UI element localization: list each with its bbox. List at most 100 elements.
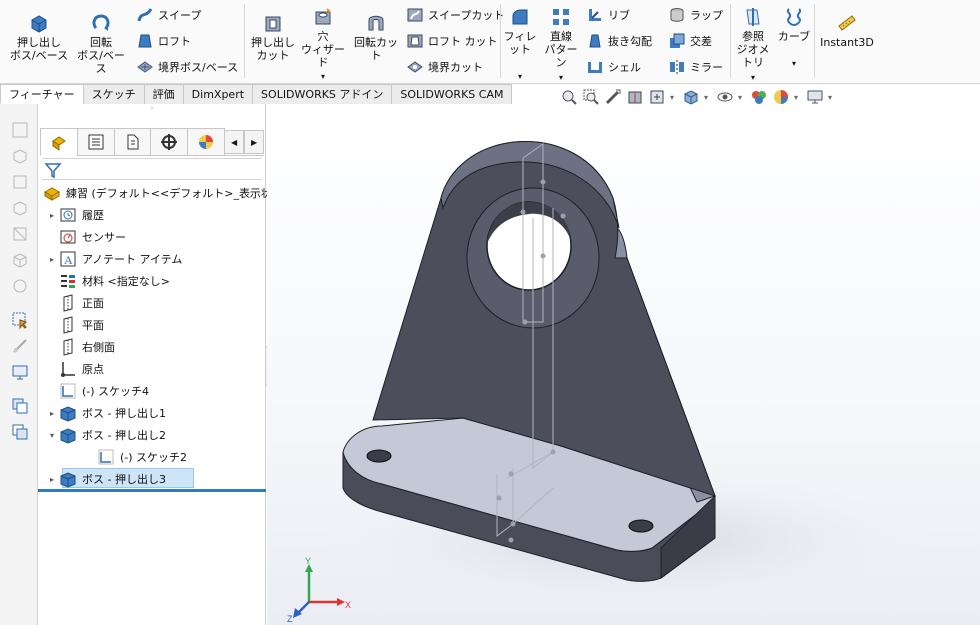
tab-dimxpert[interactable]: DimXpert (182, 84, 254, 104)
instant3d-button[interactable]: Instant3D (816, 12, 878, 49)
swept-cut-button[interactable]: スイープカット (406, 6, 504, 24)
loft-button[interactable]: ロフト (136, 32, 191, 50)
selection-filter-icon[interactable] (10, 310, 30, 330)
expand-toggle-icon[interactable]: ▸ (46, 255, 58, 264)
tab-scroll-right-button[interactable]: ▶ (244, 130, 264, 154)
paste-view-icon[interactable] (10, 422, 30, 442)
revolved-cut-button[interactable]: 回転カット (350, 12, 402, 62)
dropdown-arrow-icon[interactable]: ▾ (670, 93, 678, 102)
wrap-button[interactable]: ラップ (668, 6, 723, 24)
display-pane-icon[interactable] (10, 362, 30, 382)
tree-item-label: 原点 (82, 363, 104, 376)
iso-view-icon[interactable] (10, 250, 30, 270)
dropdown-arrow-icon[interactable]: ▾ (738, 93, 746, 102)
view-orientation-icon[interactable] (682, 88, 700, 106)
tree-item-sketch2[interactable]: (-) スケッチ2 (84, 446, 187, 468)
material-icon (58, 272, 78, 290)
tab-dimxpert-manager[interactable] (150, 128, 189, 156)
tree-item-material[interactable]: 材料 <指定なし> (46, 270, 170, 292)
extrude-feature-icon (58, 404, 78, 422)
revolve-boss-button[interactable]: 回転 ボス/ベース (72, 12, 130, 75)
dropdown-arrow-icon[interactable]: ▾ (704, 93, 712, 102)
graphics-viewport[interactable]: Y X Z (267, 108, 980, 625)
draft-button[interactable]: 抜き勾配 (586, 32, 652, 50)
expand-toggle-icon[interactable]: ▸ (46, 475, 58, 484)
expand-toggle-icon[interactable]: ▾ (46, 431, 58, 440)
tree-item-right-plane[interactable]: 右側面 (46, 336, 115, 358)
tree-item-origin[interactable]: 原点 (46, 358, 104, 380)
smart-dimension-icon[interactable] (10, 336, 30, 356)
sweep-button[interactable]: スイープ (136, 6, 201, 24)
tab-sketch[interactable]: スケッチ (82, 84, 145, 104)
cube-view-icon[interactable] (10, 146, 30, 166)
zoom-to-fit-icon[interactable] (560, 88, 578, 106)
tree-filter-bar[interactable] (42, 158, 262, 180)
copy-view-icon[interactable] (10, 396, 30, 416)
shell-button[interactable]: シェル (586, 58, 641, 76)
front-view-icon[interactable] (10, 172, 30, 192)
section-view-icon[interactable] (626, 88, 644, 106)
tab-configuration-manager[interactable] (113, 128, 152, 156)
rib-button[interactable]: リブ (586, 6, 630, 24)
dynamic-annotation-icon[interactable] (648, 88, 666, 106)
tab-display-manager[interactable] (187, 128, 226, 156)
boundary-boss-button[interactable]: 境界ボス/ベース (136, 58, 238, 76)
dropdown-arrow-icon[interactable]: ▾ (776, 57, 812, 70)
tree-item-front-plane[interactable]: 正面 (46, 292, 104, 314)
tab-feature-tree[interactable] (40, 128, 78, 156)
curves-button[interactable]: カーブ ▾ (776, 6, 812, 70)
reference-geometry-button[interactable]: 参照 ジオメトリ ▾ (732, 6, 774, 84)
tab-property-manager[interactable] (76, 128, 115, 156)
lofted-cut-button[interactable]: ロフト カット (406, 32, 498, 50)
tree-root-part[interactable]: 練習 (デフォルト<<デフォルト>_表示状態 1> (42, 182, 303, 204)
expand-toggle-icon[interactable]: ▸ (46, 211, 58, 220)
fillet-button[interactable]: フィレット ▾ (502, 6, 538, 83)
tree-item-history[interactable]: ▸ 履歴 (46, 204, 104, 226)
tab-cam[interactable]: SOLIDWORKS CAM (391, 84, 513, 104)
tree-item-annotations[interactable]: ▸ A アノテート アイテム (46, 248, 182, 270)
tree-item-sensors[interactable]: センサー (46, 226, 126, 248)
filter-icon[interactable] (44, 161, 62, 179)
tree-item-boss-extrude1[interactable]: ▸ ボス - 押し出し1 (46, 402, 166, 424)
swept-cut-label: スイープカット (428, 9, 505, 22)
right-view-icon[interactable] (10, 224, 30, 244)
tree-item-label: 平面 (82, 319, 104, 332)
hide-show-items-icon[interactable] (750, 88, 768, 106)
expand-toggle-icon[interactable]: ▸ (46, 409, 58, 418)
tree-item-sketch4[interactable]: (-) スケッチ4 (46, 380, 149, 402)
view-settings-icon[interactable] (806, 88, 824, 106)
dropdown-arrow-icon[interactable]: ▾ (321, 72, 325, 81)
dropdown-arrow-icon[interactable]: ▾ (732, 71, 774, 84)
annotation-icon: A (58, 250, 78, 268)
normal-to-icon[interactable] (10, 276, 30, 296)
dropdown-arrow-icon[interactable]: ▾ (502, 70, 538, 83)
extruded-cut-button[interactable]: 押し出し カット (250, 12, 296, 62)
previous-view-icon[interactable] (604, 88, 622, 106)
boss-extrude-icon (31, 15, 47, 33)
box-select-icon[interactable] (10, 120, 30, 140)
mirror-button[interactable]: ミラー (668, 58, 723, 76)
revolved-cut-label: 回転カット (354, 36, 398, 62)
dropdown-arrow-icon[interactable]: ▾ (828, 93, 836, 102)
panel-grip[interactable]: ◦ (38, 104, 266, 128)
edit-appearance-icon[interactable] (772, 88, 790, 106)
hole-wizard-button[interactable]: 穴 ウィザード ▾ (298, 6, 348, 83)
tree-item-boss-extrude3[interactable]: ▸ ボス - 押し出し3 (46, 468, 166, 490)
dropdown-arrow-icon[interactable]: ▾ (794, 93, 802, 102)
intersect-button[interactable]: 交差 (668, 32, 712, 50)
curves-label: カーブ (777, 30, 811, 43)
top-view-icon[interactable] (10, 198, 30, 218)
zoom-to-area-icon[interactable] (582, 88, 600, 106)
dropdown-arrow-icon[interactable]: ▾ (542, 71, 580, 84)
boss-extrude-button[interactable]: 押し出し ボス/ベース (8, 12, 70, 62)
display-style-icon[interactable] (716, 88, 734, 106)
tab-evaluate[interactable]: 評価 (143, 84, 184, 104)
tab-scroll-left-button[interactable]: ◀ (224, 130, 245, 154)
tree-item-boss-extrude2[interactable]: ▾ ボス - 押し出し2 (46, 424, 166, 446)
tab-addins[interactable]: SOLIDWORKS アドイン (252, 84, 393, 104)
tree-item-top-plane[interactable]: 平面 (46, 314, 104, 336)
extruded-cut-icon (265, 16, 281, 32)
linear-pattern-button[interactable]: 直線 パターン ▾ (542, 6, 580, 84)
boundary-cut-button[interactable]: 境界カット (406, 58, 483, 76)
tab-features[interactable]: フィーチャー (0, 84, 84, 104)
